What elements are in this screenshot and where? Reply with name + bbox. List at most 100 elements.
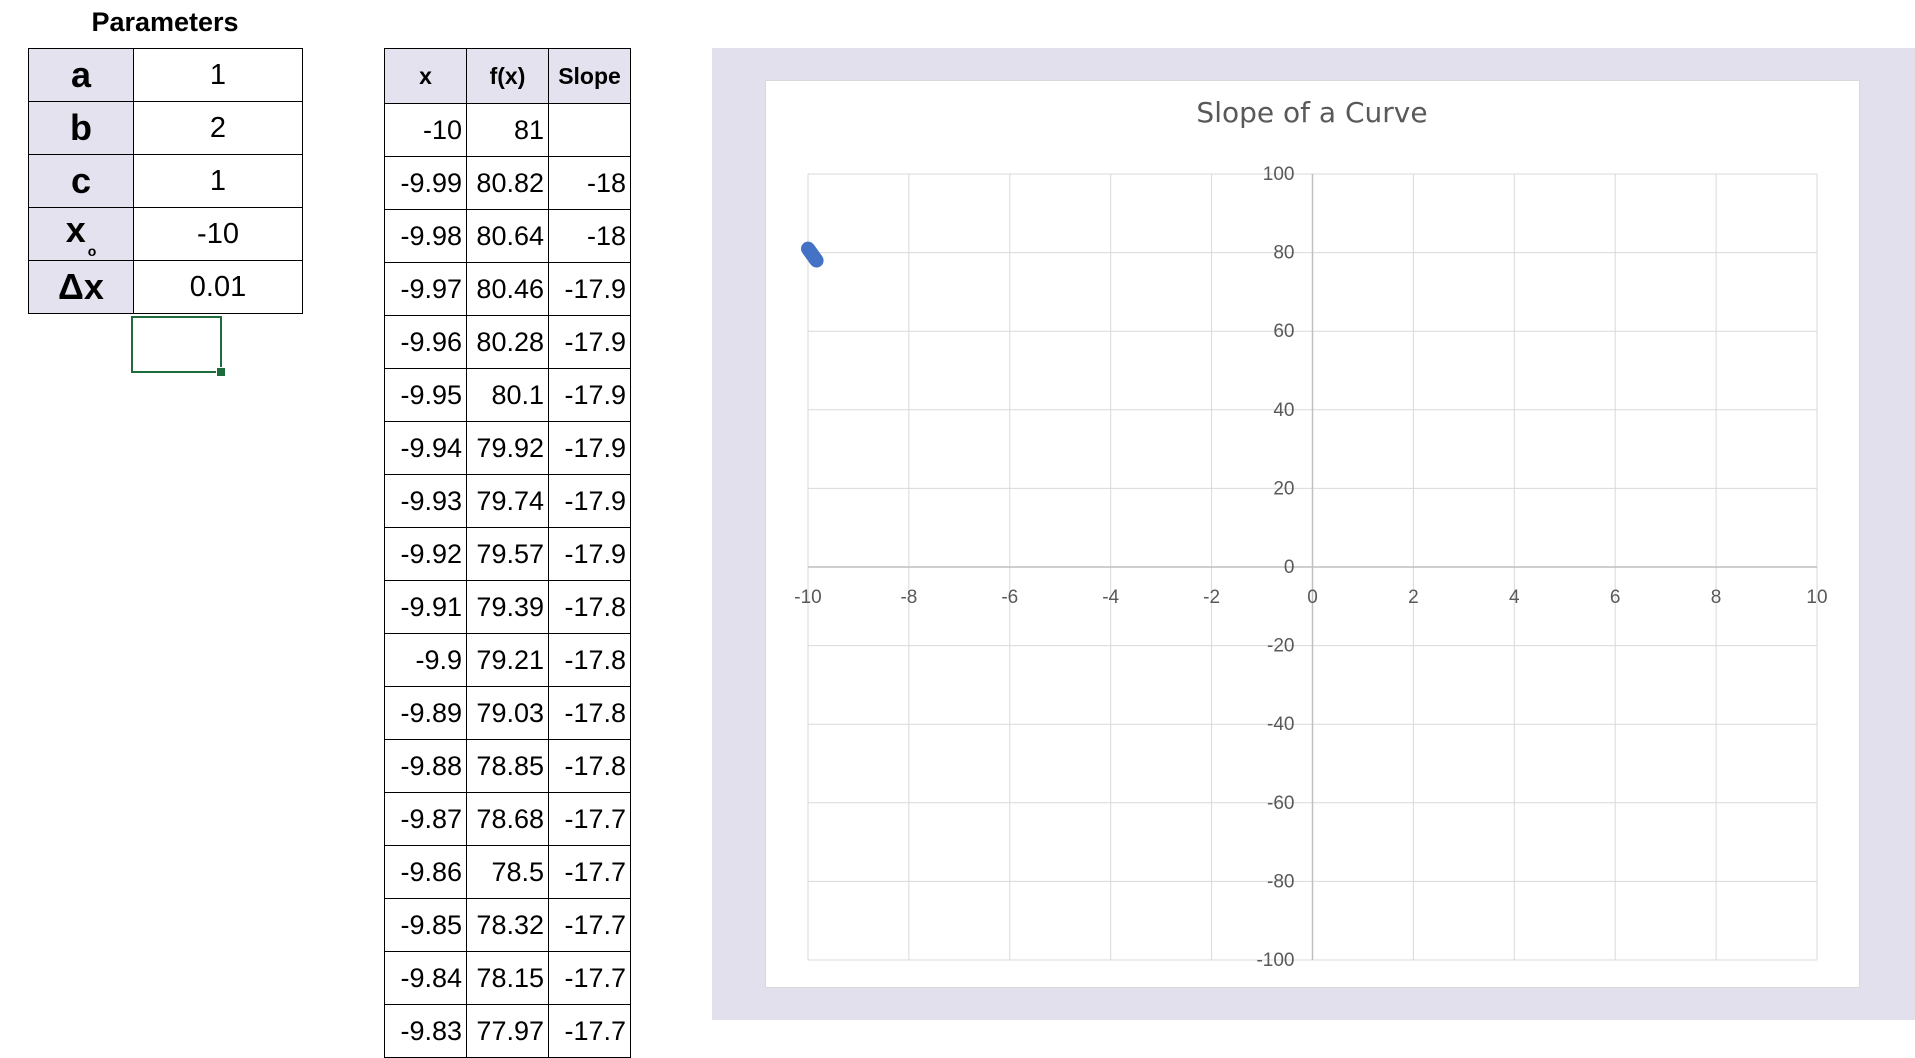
param-label-cell[interactable]: b [28, 101, 134, 155]
x-tick-label: 8 [1711, 587, 1722, 608]
cell-slope[interactable]: -17.9 [548, 474, 631, 528]
table-row: -9.89 79.03 -17.8 [384, 686, 631, 740]
cell-x[interactable]: -9.86 [384, 845, 467, 899]
param-row-b: b 2 [28, 101, 303, 155]
cell-fx[interactable]: 77.97 [466, 1004, 549, 1058]
cell-fx[interactable]: 78.5 [466, 845, 549, 899]
cell-x[interactable]: -9.88 [384, 739, 467, 793]
cell-fx[interactable]: 79.03 [466, 686, 549, 740]
cell-fx[interactable]: 81 [466, 103, 549, 157]
y-tick-label: 60 [1273, 321, 1294, 342]
cell-slope[interactable]: -18 [548, 209, 631, 263]
cell-slope[interactable]: -17.9 [548, 368, 631, 422]
cell-fx[interactable]: 80.28 [466, 315, 549, 369]
param-label-cell[interactable]: xo [28, 207, 134, 261]
table-row: -9.98 80.64 -18 [384, 209, 631, 263]
param-label-subscript: o [87, 243, 97, 259]
header-fx[interactable]: f(x) [466, 48, 549, 104]
param-value-cell[interactable]: 1 [133, 48, 303, 102]
cell-slope[interactable]: -17.9 [548, 262, 631, 316]
header-x[interactable]: x [384, 48, 467, 104]
cell-slope[interactable]: -17.8 [548, 686, 631, 740]
param-label: b [70, 107, 92, 148]
cell-slope[interactable]: -18 [548, 156, 631, 210]
x-tick-label: -4 [1102, 587, 1119, 608]
cell-x[interactable]: -9.94 [384, 421, 467, 475]
parameters-title: Parameters [91, 7, 239, 37]
param-label-cell[interactable]: a [28, 48, 134, 102]
param-label-cell[interactable]: c [28, 154, 134, 208]
cell-x[interactable]: -9.99 [384, 156, 467, 210]
cell-x[interactable]: -9.97 [384, 262, 467, 316]
data-point[interactable] [809, 253, 824, 268]
y-tick-label: 0 [1284, 557, 1295, 578]
x-tick-label: 2 [1408, 587, 1419, 608]
param-value-cell[interactable]: 2 [133, 101, 303, 155]
cell-fx[interactable]: 80.82 [466, 156, 549, 210]
cell-slope[interactable]: -17.9 [548, 527, 631, 581]
cell-fx[interactable]: 78.32 [466, 898, 549, 952]
param-label-cell[interactable]: Δx [28, 260, 134, 314]
cell-slope[interactable]: -17.8 [548, 633, 631, 687]
table-row: -9.97 80.46 -17.9 [384, 262, 631, 316]
cell-fx[interactable]: 78.85 [466, 739, 549, 793]
cell-slope[interactable]: -17.8 [548, 739, 631, 793]
cell-x[interactable]: -9.89 [384, 686, 467, 740]
cell-fx[interactable]: 79.74 [466, 474, 549, 528]
cell-slope[interactable]: -17.7 [548, 898, 631, 952]
cell-x[interactable]: -9.95 [384, 368, 467, 422]
table-row: -9.83 77.97 -17.7 [384, 1004, 631, 1058]
cell-x[interactable]: -9.87 [384, 792, 467, 846]
cell-slope[interactable]: -17.9 [548, 315, 631, 369]
cell-slope[interactable]: -17.8 [548, 580, 631, 634]
cell-fx[interactable]: 78.68 [466, 792, 549, 846]
header-slope[interactable]: Slope [548, 48, 631, 104]
cell-fx[interactable]: 80.46 [466, 262, 549, 316]
fill-handle[interactable] [216, 367, 226, 377]
cell-x[interactable]: -10 [384, 103, 467, 157]
param-value-cell[interactable]: -10 [133, 207, 303, 261]
y-tick-label: -60 [1267, 793, 1294, 814]
cell-x[interactable]: -9.91 [384, 580, 467, 634]
table-row: -9.84 78.15 -17.7 [384, 951, 631, 1005]
cell-x[interactable]: -9.85 [384, 898, 467, 952]
param-value-cell[interactable]: 1 [133, 154, 303, 208]
chart-axes [808, 174, 1817, 960]
cell-fx[interactable]: 79.57 [466, 527, 549, 581]
y-tick-label: 20 [1273, 478, 1294, 499]
cell-fx[interactable]: 78.15 [466, 951, 549, 1005]
cell-x[interactable]: -9.92 [384, 527, 467, 581]
param-value-cell[interactable]: 0.01 [133, 260, 303, 314]
cell-fx[interactable]: 79.92 [466, 421, 549, 475]
chart-title[interactable]: Slope of a Curve [1196, 96, 1427, 129]
cell-x[interactable]: -9.9 [384, 633, 467, 687]
cell-x[interactable]: -9.83 [384, 1004, 467, 1058]
chart-series[interactable] [801, 241, 824, 268]
param-row-dx: Δx 0.01 [28, 260, 303, 314]
selected-cell[interactable] [131, 316, 222, 373]
cell-x[interactable]: -9.98 [384, 209, 467, 263]
cell-fx[interactable]: 79.39 [466, 580, 549, 634]
cell-slope[interactable] [548, 103, 631, 157]
table-row: -9.93 79.74 -17.9 [384, 474, 631, 528]
param-label: a [70, 54, 92, 95]
table-row: -9.88 78.85 -17.8 [384, 739, 631, 793]
x-tick-label: 10 [1806, 587, 1827, 608]
cell-fx[interactable]: 80.1 [466, 368, 549, 422]
table-row: -9.9 79.21 -17.8 [384, 633, 631, 687]
table-row: -9.94 79.92 -17.9 [384, 421, 631, 475]
cell-x[interactable]: -9.96 [384, 315, 467, 369]
param-row-c: c 1 [28, 154, 303, 208]
cell-slope[interactable]: -17.7 [548, 845, 631, 899]
parameters-table: a 1 b 2 c 1 xo -10 Δx 0.01 [28, 48, 303, 314]
cell-slope[interactable]: -17.7 [548, 1004, 631, 1058]
cell-fx[interactable]: 79.21 [466, 633, 549, 687]
cell-slope[interactable]: -17.7 [548, 792, 631, 846]
cell-slope[interactable]: -17.7 [548, 951, 631, 1005]
y-tick-label: 100 [1263, 164, 1295, 185]
cell-x[interactable]: -9.84 [384, 951, 467, 1005]
cell-slope[interactable]: -17.9 [548, 421, 631, 475]
cell-x[interactable]: -9.93 [384, 474, 467, 528]
cell-fx[interactable]: 80.64 [466, 209, 549, 263]
y-tick-label: -20 [1267, 636, 1294, 657]
